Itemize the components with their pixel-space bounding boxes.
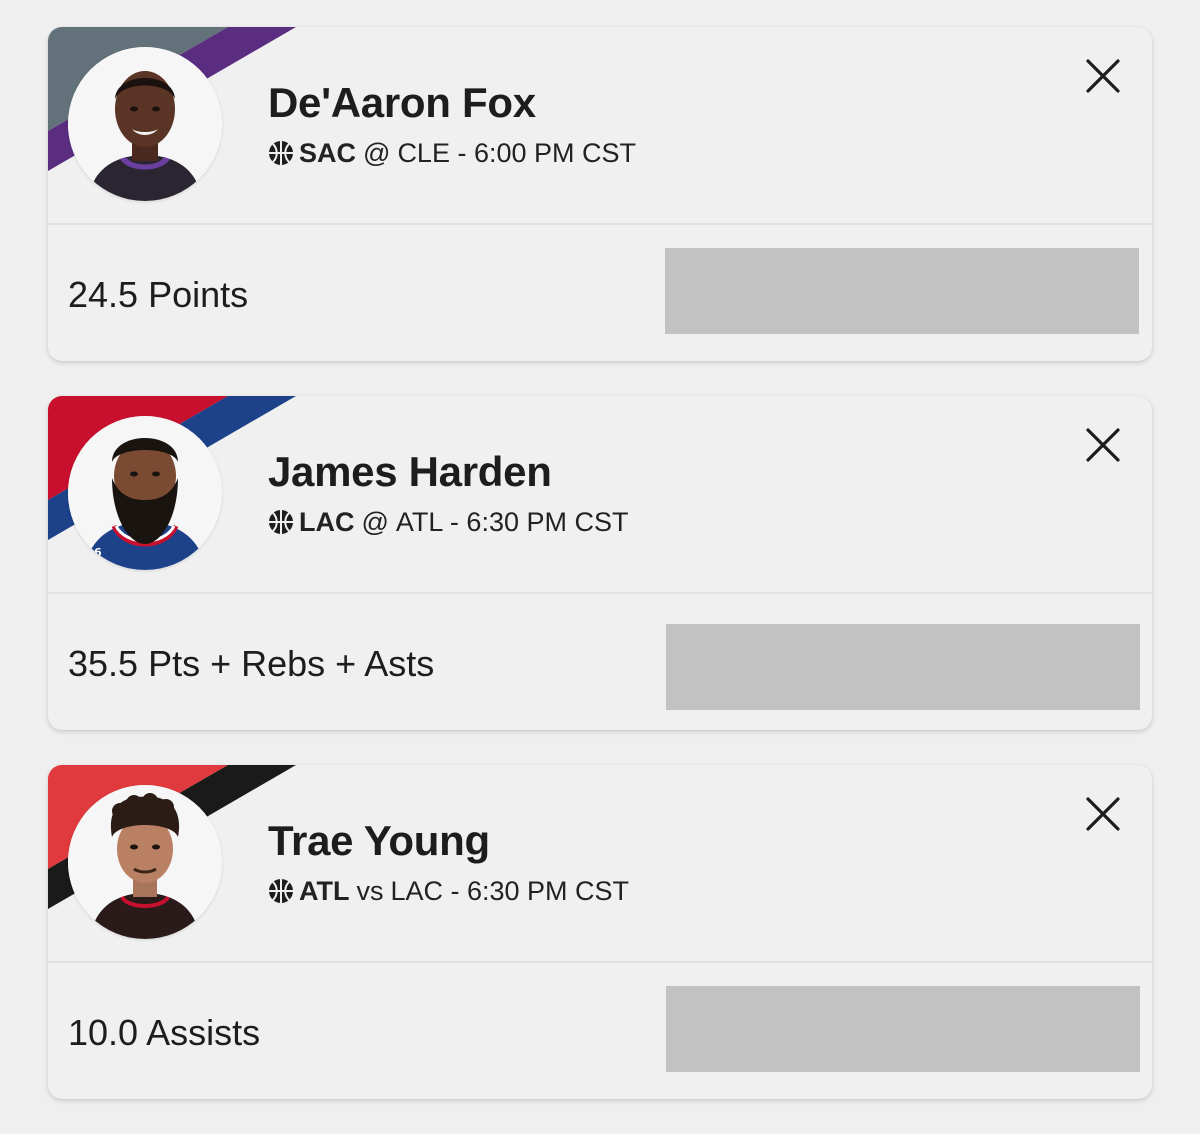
pick-selection-box[interactable] <box>666 624 1140 710</box>
opponent-and-time: CLE - 6:00 PM CST <box>397 137 637 168</box>
player-name: De'Aaron Fox <box>268 79 536 126</box>
player-name: James Harden <box>268 448 552 495</box>
pick-card-header: De'Aaron Fox SAC @ CLE - 6:00 PM CST <box>48 27 1152 223</box>
team-abbreviation: LAC <box>299 506 355 537</box>
matchup-separator: @ <box>363 137 391 168</box>
stat-line: 10.0 Assists <box>68 1012 261 1053</box>
pick-selection-box[interactable] <box>665 248 1139 334</box>
matchup-separator: vs <box>356 875 384 906</box>
game-info: ATL vs LAC - 6:30 PM CST <box>268 875 629 907</box>
divider <box>48 961 1152 963</box>
matchup-separator: @ <box>361 506 389 537</box>
player-avatar <box>68 47 222 201</box>
player-avatar <box>68 785 222 939</box>
divider <box>48 592 1152 594</box>
game-info: LAC @ ATL - 6:30 PM CST <box>268 506 628 538</box>
pick-card: De'Aaron Fox SAC @ CLE - 6:00 PM CST 24.… <box>48 27 1152 361</box>
basketball-icon <box>269 141 293 165</box>
stat-line: 35.5 Pts + Rebs + Asts <box>68 643 435 684</box>
team-abbreviation: ATL <box>299 875 350 906</box>
pick-card: Trae Young ATL vs LAC - 6:30 PM CST 10.0… <box>48 765 1152 1099</box>
pick-card-header: Trae Young ATL vs LAC - 6:30 PM CST <box>48 765 1152 961</box>
pick-selection-box[interactable] <box>666 986 1140 1072</box>
pick-card: 6 James Harden LAC @ ATL - 6:30 PM CST 3… <box>48 396 1152 730</box>
player-name: Trae Young <box>268 817 490 864</box>
pick-card-header: 6 James Harden LAC @ ATL - 6:30 PM CST <box>48 396 1152 592</box>
opponent-and-time: ATL - 6:30 PM CST <box>395 506 629 537</box>
stat-line: 24.5 Points <box>68 274 249 315</box>
game-info: SAC @ CLE - 6:00 PM CST <box>268 137 636 169</box>
player-avatar: 6 <box>68 416 222 570</box>
divider <box>48 223 1152 225</box>
team-abbreviation: SAC <box>299 137 357 168</box>
close-icon[interactable] <box>1082 55 1124 97</box>
basketball-icon <box>269 510 293 534</box>
close-icon[interactable] <box>1082 793 1124 835</box>
opponent-and-time: LAC - 6:30 PM CST <box>390 875 630 906</box>
close-icon[interactable] <box>1082 424 1124 466</box>
basketball-icon <box>269 879 293 903</box>
svg-text:6: 6 <box>94 546 102 559</box>
